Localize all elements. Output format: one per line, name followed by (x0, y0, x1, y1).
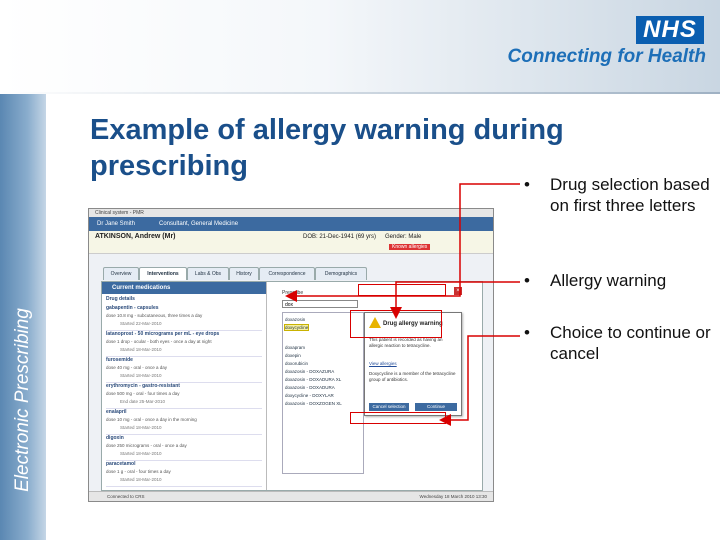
callout-arrow-search (285, 183, 520, 302)
callout-arrow-allergy (390, 281, 520, 319)
callout-arrows (285, 183, 520, 426)
callout-arrow-buttons (439, 335, 520, 426)
